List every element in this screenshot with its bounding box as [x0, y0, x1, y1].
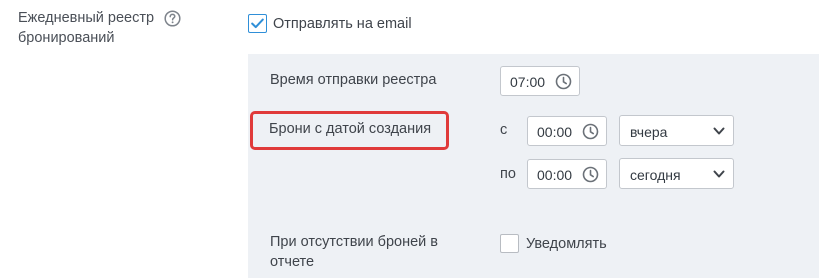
- to-time-value: 00:00: [537, 167, 573, 183]
- checkmark-icon: [251, 18, 264, 29]
- to-prefix-label: по: [500, 166, 516, 182]
- from-time-input[interactable]: 00:00: [527, 116, 607, 146]
- from-time-value: 00:00: [537, 124, 573, 140]
- notify-checkbox[interactable]: [500, 234, 519, 253]
- send-time-label: Время отправки реестра: [270, 72, 437, 88]
- clock-icon[interactable]: [582, 123, 599, 140]
- to-day-value: сегодня: [630, 167, 681, 183]
- clock-icon[interactable]: [555, 73, 572, 90]
- send-email-label: Отправлять на email: [273, 16, 412, 32]
- clock-icon[interactable]: [582, 166, 599, 183]
- to-day-select[interactable]: сегодня: [619, 158, 734, 189]
- question-circle-icon[interactable]: [164, 10, 181, 27]
- send-time-value: 07:00: [510, 74, 546, 90]
- chevron-down-icon: [713, 127, 725, 135]
- bookings-created-label: Брони с датой создания: [269, 121, 432, 137]
- notify-label: Уведомлять: [526, 236, 607, 252]
- from-day-value: вчера: [630, 124, 668, 140]
- send-time-input[interactable]: 07:00: [500, 66, 580, 96]
- to-time-input[interactable]: 00:00: [527, 159, 607, 189]
- section-label-daily-registry: Ежедневный реестр бронирований: [18, 10, 155, 46]
- from-prefix-label: с: [500, 122, 508, 138]
- chevron-down-icon: [713, 170, 725, 178]
- from-day-select[interactable]: вчера: [619, 115, 734, 146]
- no-bookings-label: При отсутствии броней в отчете: [270, 234, 438, 270]
- send-email-checkbox[interactable]: [248, 14, 267, 33]
